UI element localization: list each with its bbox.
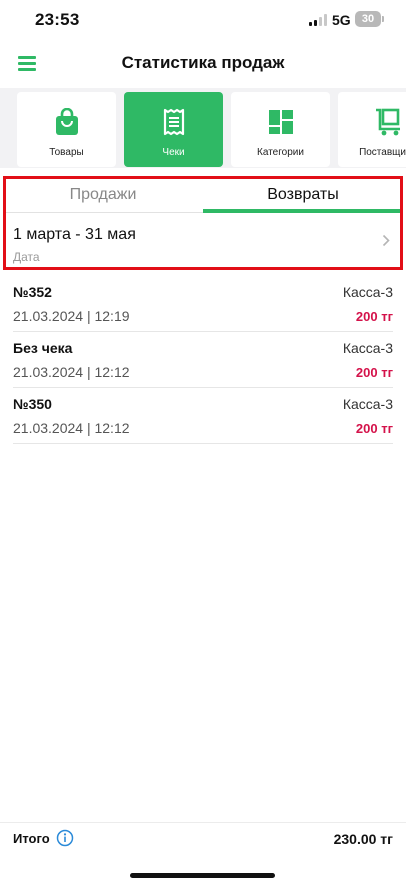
- category-receipts-button[interactable]: Чеки: [124, 92, 223, 167]
- category-label: Категории: [257, 147, 304, 158]
- category-label: Поставщики: [359, 147, 406, 158]
- receipt-amount: 200 тг: [355, 309, 393, 324]
- receipt-datetime: 21.03.2024 | 12:12: [13, 364, 130, 380]
- page-title: Статистика продаж: [121, 53, 285, 72]
- receipt-amount: 200 тг: [355, 365, 393, 380]
- receipt-register: Касса-3: [342, 396, 393, 412]
- total-value: 230.00 тг: [333, 831, 393, 847]
- receipt-number: №352: [13, 284, 52, 300]
- battery-icon: 30: [355, 11, 384, 27]
- category-goods-button[interactable]: Товары: [17, 92, 116, 167]
- receipt-datetime: 21.03.2024 | 12:19: [13, 308, 130, 324]
- receipt-row[interactable]: №350 21.03.2024 | 12:12 Касса-3 200 тг: [13, 388, 393, 444]
- status-bar: 23:53 5G 30: [0, 0, 406, 40]
- receipt-number: Без чека: [13, 340, 73, 356]
- totals-footer: Итого 230.00 тг: [0, 822, 406, 883]
- receipt-register: Касса-3: [342, 340, 393, 356]
- receipt-datetime: 21.03.2024 | 12:12: [13, 420, 130, 436]
- cellular-signal-icon: [309, 14, 327, 26]
- home-indicator[interactable]: [130, 873, 275, 878]
- network-type: 5G: [332, 12, 351, 28]
- receipt-amount: 200 тг: [355, 421, 393, 436]
- receipt-row[interactable]: №352 21.03.2024 | 12:19 Касса-3 200 тг: [13, 276, 393, 332]
- category-label: Чеки: [162, 147, 185, 158]
- supplier-cart-icon: [375, 108, 400, 136]
- category-label: Товары: [49, 147, 84, 158]
- receipt-row[interactable]: Без чека 21.03.2024 | 12:12 Касса-3 200 …: [13, 332, 393, 388]
- receipt-register: Касса-3: [342, 284, 393, 300]
- status-time: 23:53: [35, 10, 80, 29]
- info-icon[interactable]: [56, 829, 74, 847]
- category-suppliers-button[interactable]: Поставщики: [338, 92, 406, 167]
- highlight-frame: [3, 176, 403, 270]
- receipt-icon: [163, 108, 184, 136]
- app-header: Статистика продаж: [0, 40, 406, 88]
- category-strip: Товары Чеки Категории Поставщики: [0, 88, 406, 168]
- shopping-bag-icon: [55, 108, 78, 135]
- category-categories-button[interactable]: Категории: [231, 92, 330, 167]
- category-grid-icon: [268, 110, 293, 134]
- receipt-number: №350: [13, 396, 52, 412]
- total-label: Итого: [13, 831, 50, 846]
